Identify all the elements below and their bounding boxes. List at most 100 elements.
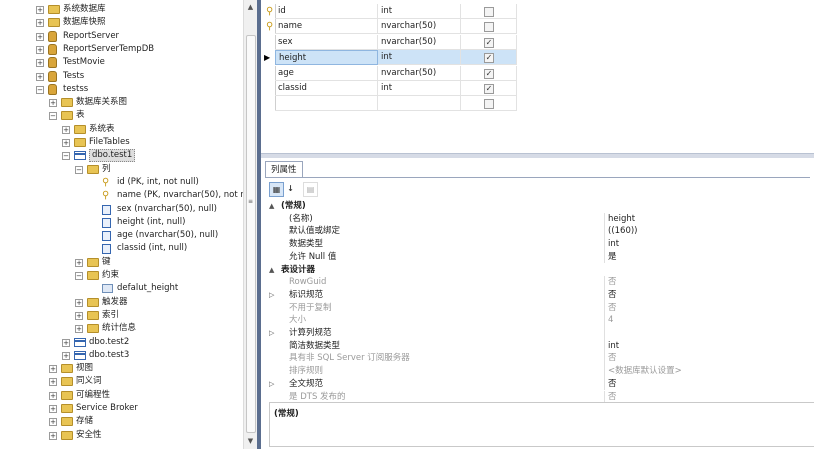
expand-icon[interactable]: + bbox=[49, 405, 57, 413]
expand-icon[interactable]: + bbox=[75, 311, 83, 320]
tree-node[interactable]: − 列 bbox=[0, 163, 243, 176]
tree-node[interactable]: + 安全性 bbox=[0, 429, 243, 442]
expand-icon[interactable]: + bbox=[49, 99, 57, 108]
expand-icon[interactable]: + bbox=[36, 72, 44, 81]
designer-row[interactable] bbox=[261, 96, 517, 112]
tree-node[interactable]: + TestMovie bbox=[0, 56, 243, 69]
tree-node[interactable]: + 触发器 bbox=[0, 296, 243, 309]
row-selector[interactable] bbox=[261, 65, 276, 81]
collapse-icon[interactable]: − bbox=[49, 112, 57, 121]
collapse-category-icon[interactable]: ▲ bbox=[269, 264, 277, 277]
data-type-cell[interactable]: int bbox=[378, 4, 461, 19]
tree-node[interactable]: − dbo.test1 bbox=[0, 149, 243, 163]
collapse-category-icon[interactable]: ▲ bbox=[269, 200, 277, 213]
tree-node[interactable]: + dbo.test2 bbox=[0, 336, 243, 349]
expand-icon[interactable]: + bbox=[49, 378, 57, 387]
tree-node[interactable]: − 表 bbox=[0, 109, 243, 122]
column-name-cell[interactable]: classid bbox=[275, 81, 378, 96]
alphabetical-sort-icon[interactable]: ↓ bbox=[284, 182, 297, 195]
expand-icon[interactable]: + bbox=[49, 391, 57, 400]
tree-node[interactable]: + ReportServer bbox=[0, 30, 243, 43]
property-row[interactable]: ▷ 标识规范 否 bbox=[269, 288, 814, 302]
property-row[interactable]: 排序规则 <数据库默认设置> bbox=[269, 365, 814, 378]
row-selector[interactable] bbox=[261, 96, 276, 112]
tree-node[interactable]: − testss bbox=[0, 83, 243, 96]
property-row[interactable]: ▷ 计算列规范 bbox=[269, 327, 814, 340]
categorized-view-icon[interactable]: ▦ bbox=[269, 182, 284, 197]
property-value[interactable]: int bbox=[608, 340, 619, 353]
designer-row[interactable]: ⚲ name nvarchar(50) bbox=[261, 19, 517, 35]
property-value[interactable]: 否 bbox=[608, 289, 617, 302]
collapse-icon[interactable]: − bbox=[75, 272, 83, 280]
designer-row[interactable]: age nvarchar(50) ✓ bbox=[261, 65, 517, 81]
tree-scrollbar[interactable]: ▲ ≡ ▼ bbox=[243, 0, 257, 449]
property-value[interactable]: ((160)) bbox=[608, 225, 638, 238]
tree-node[interactable]: + 键 bbox=[0, 256, 243, 269]
tree-node[interactable]: + 系统数据库 bbox=[0, 3, 243, 16]
property-row[interactable]: 大小 4 bbox=[269, 314, 814, 327]
tree-node[interactable]: + Service Broker bbox=[0, 402, 243, 415]
expand-property-icon[interactable]: ▷ bbox=[269, 289, 277, 302]
tree-node[interactable]: + 统计信息 bbox=[0, 322, 243, 335]
expand-icon[interactable]: + bbox=[49, 418, 57, 427]
data-type-cell[interactable]: nvarchar(50) bbox=[378, 19, 461, 35]
tree-node[interactable]: + 系统表 bbox=[0, 123, 243, 136]
property-value[interactable]: 否 bbox=[608, 378, 617, 391]
collapse-icon[interactable]: − bbox=[75, 165, 83, 174]
expand-icon[interactable]: + bbox=[36, 19, 44, 28]
row-selector[interactable]: ⚲ bbox=[261, 19, 276, 35]
property-value[interactable]: height bbox=[608, 213, 635, 226]
tab-column-properties[interactable]: 列属性 bbox=[265, 161, 303, 178]
column-name-cell[interactable]: name bbox=[275, 19, 378, 35]
row-selector[interactable] bbox=[261, 34, 276, 50]
property-value[interactable]: 是 bbox=[608, 251, 617, 264]
scroll-up-arrow-icon[interactable]: ▲ bbox=[246, 3, 255, 12]
column-name-cell[interactable] bbox=[275, 96, 378, 112]
tree-node[interactable]: defalut_height bbox=[0, 282, 243, 295]
tree-node[interactable]: ⚲ id (PK, int, not null) bbox=[0, 176, 243, 189]
property-row[interactable]: 简洁数据类型 int bbox=[269, 339, 814, 353]
tree-node[interactable]: + 数据库关系图 bbox=[0, 96, 243, 109]
designer-row[interactable]: ▶ height int ✓ bbox=[261, 50, 517, 66]
property-category[interactable]: ▲ (常规) bbox=[269, 200, 814, 213]
allow-null-checkbox[interactable]: ✓ bbox=[484, 84, 494, 94]
property-row[interactable]: 允许 Null 值 是 bbox=[269, 250, 814, 264]
allow-null-checkbox[interactable] bbox=[484, 7, 494, 17]
collapse-icon[interactable]: − bbox=[36, 85, 44, 94]
expand-icon[interactable]: + bbox=[36, 32, 44, 41]
column-name-cell[interactable]: height bbox=[275, 50, 378, 66]
tree-node[interactable]: + dbo.test3 bbox=[0, 349, 243, 362]
expand-icon[interactable]: + bbox=[36, 45, 44, 54]
tree-node[interactable]: + ReportServerTempDB bbox=[0, 43, 243, 56]
tree-node[interactable]: classid (int, null) bbox=[0, 242, 243, 255]
expand-icon[interactable]: + bbox=[49, 365, 57, 374]
designer-row[interactable]: classid int ✓ bbox=[261, 81, 517, 96]
data-type-cell[interactable]: int bbox=[378, 81, 461, 96]
expand-property-icon[interactable]: ▷ bbox=[269, 327, 277, 340]
property-row[interactable]: ▷ 全文规范 否 bbox=[269, 377, 814, 391]
expand-icon[interactable]: + bbox=[75, 258, 83, 267]
expand-icon[interactable]: + bbox=[49, 431, 57, 440]
scrollbar-thumb[interactable] bbox=[246, 35, 256, 433]
allow-null-checkbox[interactable]: ✓ bbox=[484, 53, 494, 64]
tree-node[interactable]: + 可编程性 bbox=[0, 389, 243, 402]
tree-node[interactable]: sex (nvarchar(50), null) bbox=[0, 203, 243, 216]
expand-icon[interactable]: + bbox=[75, 298, 83, 307]
property-row[interactable]: 数据类型 int bbox=[269, 238, 814, 251]
tree-node[interactable]: + 存储 bbox=[0, 415, 243, 428]
allow-null-checkbox[interactable]: ✓ bbox=[484, 37, 494, 48]
tree-node[interactable]: + 索引 bbox=[0, 309, 243, 322]
column-name-cell[interactable]: sex bbox=[275, 34, 378, 50]
property-value[interactable]: int bbox=[608, 238, 619, 251]
allow-null-checkbox[interactable] bbox=[484, 99, 494, 110]
allow-null-checkbox[interactable] bbox=[484, 22, 494, 33]
row-selector[interactable]: ▶ bbox=[261, 50, 276, 66]
data-type-cell[interactable]: int bbox=[378, 50, 461, 66]
property-row[interactable]: (名称) height bbox=[269, 212, 814, 226]
expand-icon[interactable]: + bbox=[62, 338, 70, 347]
row-selector[interactable] bbox=[261, 81, 276, 96]
expand-icon[interactable]: + bbox=[62, 351, 70, 360]
tree-node[interactable]: + FileTables bbox=[0, 136, 243, 149]
data-type-cell[interactable] bbox=[378, 96, 461, 112]
data-type-cell[interactable]: nvarchar(50) bbox=[378, 34, 461, 50]
